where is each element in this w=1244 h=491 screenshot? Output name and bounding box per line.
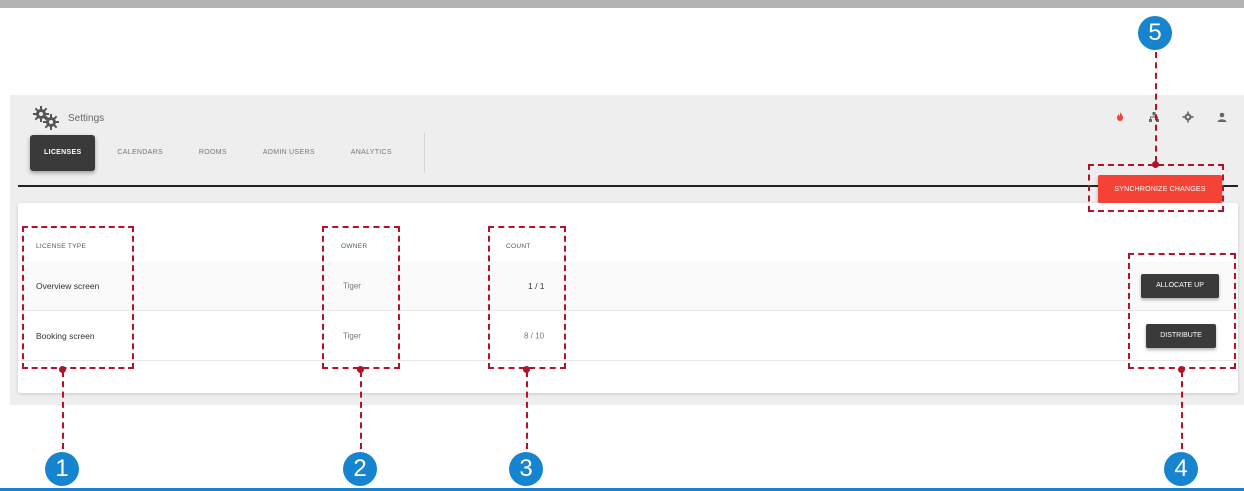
tab-licenses[interactable]: LICENSES (30, 135, 96, 171)
callout-leader-line (1181, 371, 1183, 449)
tab-bar: LICENSES CALENDARS ROOMS ADMIN USERS ANA… (30, 133, 425, 173)
callout-leader-line (1155, 52, 1157, 162)
callout-badge-3: 3 (509, 452, 543, 486)
callout-leader-line (526, 371, 528, 449)
header-icons (1114, 111, 1228, 123)
licenses-table: LICENSE TYPE OWNER COUNT Overview screen… (18, 203, 1238, 393)
tab-calendars[interactable]: CALENDARS (103, 135, 177, 171)
callout-box-owner (322, 226, 400, 369)
settings-gears-icon (32, 105, 62, 131)
callout-box-actions (1128, 253, 1236, 369)
callout-box-license-type (22, 226, 134, 369)
callout-box-count (488, 226, 566, 369)
settings-window: Settings LICENSES CALENDARS ROOMS ADMIN … (10, 95, 1244, 405)
callout-badge-2: 2 (343, 452, 377, 486)
flame-icon[interactable] (1114, 111, 1126, 123)
callout-badge-4: 4 (1164, 452, 1198, 486)
callout-leader-line (360, 371, 362, 449)
callout-badge-5: 5 (1138, 16, 1172, 50)
user-icon[interactable] (1216, 111, 1228, 123)
network-icon[interactable] (1148, 111, 1160, 123)
table-row: Booking screen Tiger 8 / 10 DISTRIBUTE (18, 311, 1238, 361)
tab-admin-users[interactable]: ADMIN USERS (249, 135, 329, 171)
callout-leader-line (62, 371, 64, 449)
tab-rooms[interactable]: ROOMS (185, 135, 241, 171)
top-strip (0, 0, 1244, 8)
table-row: Overview screen Tiger 1 / 1 ALLOCATE UP (18, 261, 1238, 311)
page-title: Settings (68, 112, 105, 124)
callout-badge-1: 1 (45, 452, 79, 486)
header-divider (18, 185, 1238, 187)
tab-analytics[interactable]: ANALYTICS (337, 135, 406, 171)
callout-box-sync (1088, 164, 1224, 212)
gear-icon[interactable] (1182, 111, 1194, 123)
page-header: Settings (32, 105, 104, 131)
